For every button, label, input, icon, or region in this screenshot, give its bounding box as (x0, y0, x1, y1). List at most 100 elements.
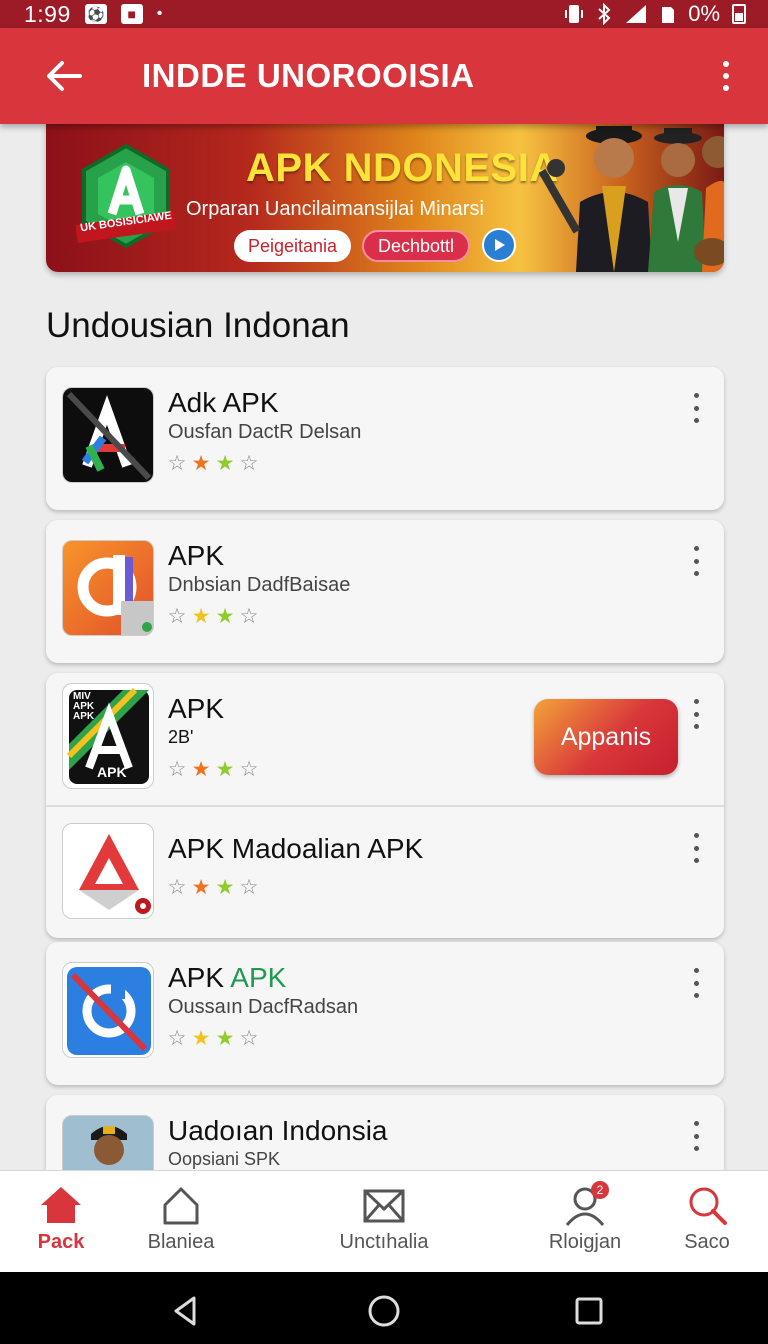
app-subtitle: Dnbsian DadfBaisae (168, 574, 351, 596)
app-icon: MIV APK APK APK (62, 683, 154, 789)
status-bar: 1:99 ⚽ ■ • 0% (0, 0, 768, 28)
nav-item-rloigjan[interactable]: 2 Rloigjan (540, 1171, 630, 1273)
bottom-navigation: Pack Blaniea Unctıhalia 2 Rloigjan Saco (0, 1170, 768, 1272)
star-empty-icon: ☆ (167, 452, 187, 475)
install-button[interactable]: Appanis (534, 699, 678, 775)
banner-play-button[interactable] (482, 228, 516, 262)
app-subtitle: Ousfan DactR Delsan (168, 421, 362, 443)
home-outline-icon (159, 1183, 203, 1227)
key-icon: ⚽ (84, 4, 107, 24)
banner-primary-button[interactable]: Peigeitania (234, 230, 352, 262)
item-menu-button[interactable] (686, 699, 706, 729)
dot (723, 85, 729, 91)
nav-label: Saco (684, 1231, 730, 1253)
item-menu-button[interactable] (686, 968, 706, 998)
app-icon (62, 540, 154, 636)
nav-item-pack[interactable]: Pack (22, 1171, 100, 1273)
system-back-button[interactable] (168, 1294, 202, 1328)
dot (693, 571, 699, 576)
star-orange-icon: ★ (191, 452, 211, 475)
nav-label: Unctıhalia (339, 1231, 429, 1253)
star-empty-icon: ☆ (167, 605, 187, 628)
app-card: Adk APK Ousfan DactR Delsan ☆ ★ ★ ☆ (46, 367, 724, 510)
overflow-menu-button[interactable] (706, 44, 746, 108)
star-yellow-icon: ★ (191, 605, 211, 628)
star-rating: ☆ ★ ★ ☆ (166, 1028, 260, 1049)
dot (693, 405, 699, 411)
item-menu-button[interactable] (686, 1121, 706, 1151)
app-notification-icon: ■ (120, 4, 143, 24)
banner-subtitle: Orparan Uancilaimansijlai Minarsi (186, 198, 484, 220)
nav-label: Blaniea (147, 1231, 215, 1253)
app-name: APK (168, 540, 225, 571)
app-card: MIV APK APK APK APK 2B' ☆ ★ ★ ☆ Appanis … (46, 673, 724, 938)
banner-title: APK NDONESIA (246, 146, 559, 190)
nav-label: Rloigjan (548, 1231, 622, 1253)
star-empty-icon: ☆ (239, 452, 259, 475)
dot (693, 980, 699, 986)
app-bar: INDDE UNOROOISIA (0, 28, 768, 124)
star-green-icon: ★ (215, 876, 235, 899)
app-avatar (62, 1115, 154, 1170)
app-name: Adk APK (168, 387, 279, 418)
notification-badge: 2 (591, 1181, 609, 1199)
recents-square-icon (575, 1297, 603, 1325)
app-logo-icon (77, 555, 153, 635)
dot (693, 558, 699, 564)
app-name-prefix: APK (168, 962, 231, 993)
list-item[interactable]: MIV APK APK APK APK 2B' ☆ ★ ★ ☆ Appanis (46, 673, 724, 805)
back-triangle-icon (174, 1296, 196, 1326)
app-name-accent: APK (230, 962, 287, 993)
list-item[interactable]: APK Madoalian APK ☆ ★ ★ ☆ (46, 807, 724, 939)
home-circle-icon (368, 1295, 400, 1327)
app-logo-icon (79, 834, 151, 914)
dot (723, 73, 729, 79)
system-home-button[interactable] (367, 1294, 401, 1328)
nav-item-blaniea[interactable]: Blaniea (136, 1171, 226, 1273)
dot (693, 993, 699, 998)
app-name: APK Madoalian APK (168, 833, 424, 864)
star-rating: ☆ ★ ★ ☆ (166, 877, 260, 898)
nav-item-saco[interactable]: Saco (670, 1171, 744, 1273)
list-item[interactable]: APK Dnbsian DadfBaisae ☆ ★ ★ ☆ (46, 520, 724, 652)
profile-icon: 2 (563, 1181, 609, 1227)
dot (693, 1121, 699, 1126)
promo-banner[interactable]: UK BOSISICIAWE APK NDONESIA Orparan Uanc… (46, 122, 724, 272)
app-logo-icon (67, 967, 151, 1055)
app-icon-text-bottom: APK (97, 764, 127, 780)
back-button[interactable] (32, 44, 96, 108)
star-rating: ☆ ★ ★ ☆ (166, 453, 260, 474)
star-empty-icon: ☆ (239, 1027, 259, 1050)
dot (693, 1146, 699, 1151)
home-filled-icon (39, 1183, 83, 1227)
section-title: Undousian Indonan (46, 306, 350, 345)
star-empty-icon: ☆ (239, 876, 259, 899)
app-subtitle: Oopsiani SPK (168, 1149, 281, 1169)
page-title: INDDE UNOROOISIA (142, 57, 475, 94)
dot (693, 968, 699, 973)
star-empty-icon: ☆ (239, 758, 259, 781)
app-card: APK APK Oussaın DacfRadsan ☆ ★ ★ ☆ (46, 942, 724, 1085)
search-icon (685, 1183, 729, 1227)
list-item[interactable]: APK APK Oussaın DacfRadsan ☆ ★ ★ ☆ (46, 942, 724, 1074)
item-menu-button[interactable] (686, 833, 706, 863)
dot (693, 699, 699, 704)
play-icon (495, 239, 505, 251)
app-icon (62, 962, 154, 1058)
star-empty-icon: ☆ (239, 605, 259, 628)
item-menu-button[interactable] (686, 393, 706, 423)
system-recents-button[interactable] (572, 1294, 606, 1328)
nav-item-unctihalia[interactable]: Unctıhalia (326, 1171, 442, 1273)
sim-icon (662, 7, 675, 23)
list-item[interactable]: Uadoıan Indonsia Oopsiani SPK (46, 1095, 724, 1170)
dot (693, 845, 699, 851)
star-green-icon: ★ (215, 758, 235, 781)
app-name: APK APK (168, 962, 286, 994)
banner-secondary-button[interactable]: Dechbottl (362, 230, 471, 262)
item-menu-button[interactable] (686, 546, 706, 576)
dot (693, 546, 699, 551)
star-empty-icon: ☆ (167, 876, 187, 899)
app-icon (62, 823, 154, 919)
list-item[interactable]: Adk APK Ousfan DactR Delsan ☆ ★ ★ ☆ (46, 367, 724, 499)
app-card: APK Dnbsian DadfBaisae ☆ ★ ★ ☆ (46, 520, 724, 663)
